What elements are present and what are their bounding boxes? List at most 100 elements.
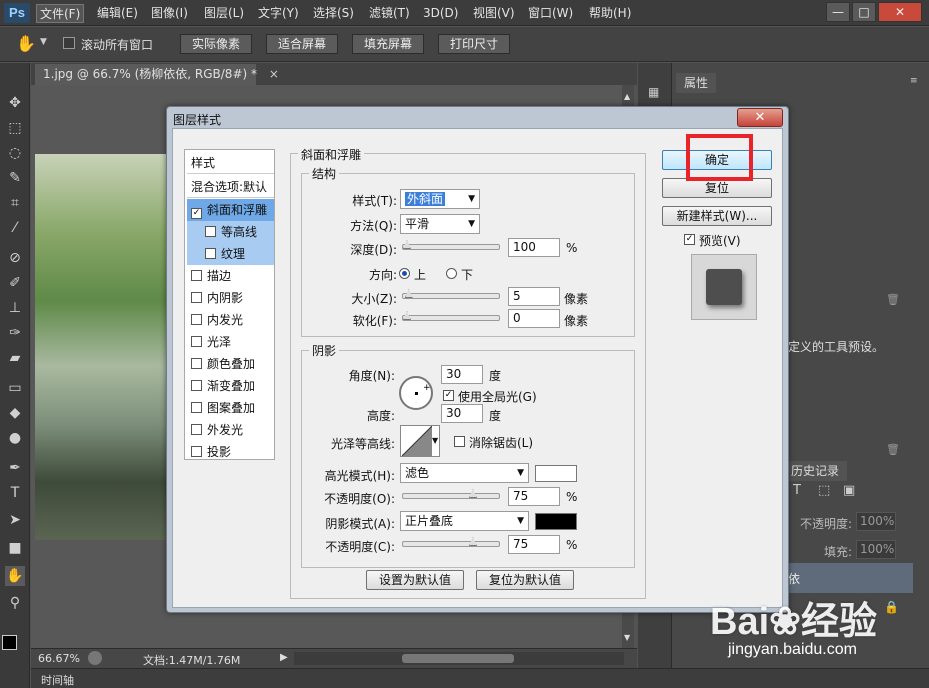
- gradient-overlay-checkbox[interactable]: [191, 380, 202, 391]
- menu-help[interactable]: 帮助(H): [586, 4, 634, 23]
- style-item-texture[interactable]: 纹理: [187, 243, 274, 265]
- shadow-opacity-input[interactable]: 75: [508, 535, 560, 554]
- style-item-contour[interactable]: 等高线: [187, 221, 274, 243]
- minimize-button[interactable]: —: [826, 2, 850, 22]
- menu-file[interactable]: 文件(F): [36, 4, 85, 23]
- size-slider[interactable]: [402, 289, 500, 299]
- eraser-tool-icon[interactable]: ▰: [5, 348, 25, 368]
- style-item-satin[interactable]: 光泽: [187, 331, 274, 353]
- soften-input[interactable]: 0: [508, 309, 560, 328]
- satin-checkbox[interactable]: [191, 336, 202, 347]
- menu-filter[interactable]: 滤镜(T): [366, 4, 413, 23]
- type-tool-icon[interactable]: T: [5, 483, 25, 503]
- new-style-button[interactable]: 新建样式(W)...: [662, 206, 772, 226]
- eyedropper-tool-icon[interactable]: ⁄: [5, 218, 25, 238]
- fit-screen-button[interactable]: 适合屏幕: [266, 34, 338, 54]
- smart-object-filter-icon[interactable]: ▣: [843, 483, 855, 498]
- close-tab-icon[interactable]: ×: [269, 67, 279, 81]
- direction-up-radio[interactable]: [399, 268, 410, 279]
- pen-tool-icon[interactable]: ✒: [5, 458, 25, 478]
- inner-glow-checkbox[interactable]: [191, 314, 202, 325]
- healing-brush-tool-icon[interactable]: ⊘: [5, 248, 25, 268]
- stroke-checkbox[interactable]: [191, 270, 202, 281]
- outer-glow-checkbox[interactable]: [191, 424, 202, 435]
- delete-icon[interactable]: 🗑: [886, 443, 900, 456]
- reset-to-default-button[interactable]: 复位为默认值: [476, 570, 574, 590]
- panel-icon[interactable]: ▦: [648, 85, 659, 99]
- gradient-tool-icon[interactable]: ▭: [5, 378, 25, 398]
- print-size-button[interactable]: 打印尺寸: [438, 34, 510, 54]
- depth-input[interactable]: 100: [508, 238, 560, 257]
- make-default-button[interactable]: 设置为默认值: [366, 570, 464, 590]
- document-tab[interactable]: 1.jpg @ 66.7% (杨柳依依, RGB/8#) * ×: [35, 64, 279, 85]
- type-layer-filter-icon[interactable]: T: [793, 483, 801, 498]
- scroll-all-checkbox[interactable]: [63, 37, 75, 49]
- shape-tool-icon[interactable]: ■: [5, 538, 25, 558]
- styles-header[interactable]: 样式: [187, 152, 274, 174]
- style-item-outer-glow[interactable]: 外发光: [187, 419, 274, 441]
- move-tool-icon[interactable]: ✥: [5, 93, 25, 113]
- hand-tool-icon[interactable]: ✋: [16, 34, 36, 53]
- bevel-checkbox[interactable]: ✓: [191, 208, 202, 219]
- drop-shadow-checkbox[interactable]: [191, 446, 202, 457]
- blending-options-item[interactable]: 混合选项:默认: [187, 176, 274, 198]
- inner-shadow-checkbox[interactable]: [191, 292, 202, 303]
- properties-tab[interactable]: 属性: [676, 73, 717, 93]
- actual-pixels-button[interactable]: 实际像素: [180, 34, 252, 54]
- shadow-mode-select[interactable]: 正片叠底 ▼: [400, 511, 529, 531]
- history-tab[interactable]: 历史记录: [783, 461, 848, 481]
- bevel-style-select[interactable]: 外斜面 ▼: [400, 189, 480, 209]
- zoom-level[interactable]: 66.67%: [38, 652, 80, 665]
- style-item-inner-shadow[interactable]: 内阴影: [187, 287, 274, 309]
- layer-row-selected[interactable]: 依: [778, 563, 913, 593]
- method-select[interactable]: 平滑 ▼: [400, 214, 480, 234]
- color-overlay-checkbox[interactable]: [191, 358, 202, 369]
- style-item-color-overlay[interactable]: 颜色叠加: [187, 353, 274, 375]
- menu-view[interactable]: 视图(V): [470, 4, 518, 23]
- menu-select[interactable]: 选择(S): [310, 4, 357, 23]
- highlight-mode-select[interactable]: 滤色 ▼: [400, 463, 529, 483]
- style-item-bevel[interactable]: ✓ 斜面和浮雕: [187, 199, 274, 221]
- highlight-opacity-input[interactable]: 75: [508, 487, 560, 506]
- anti-alias-checkbox[interactable]: [454, 436, 465, 447]
- altitude-input[interactable]: 30: [441, 404, 483, 423]
- style-item-pattern-overlay[interactable]: 图案叠加: [187, 397, 274, 419]
- brush-tool-icon[interactable]: ✐: [5, 273, 25, 293]
- opacity-input[interactable]: 100%: [856, 512, 896, 531]
- foreground-color-swatch[interactable]: [2, 635, 17, 650]
- pattern-overlay-checkbox[interactable]: [191, 402, 202, 413]
- scroll-down-icon[interactable]: ▼: [624, 633, 630, 642]
- clone-stamp-tool-icon[interactable]: ⊥: [5, 298, 25, 318]
- texture-checkbox[interactable]: [205, 248, 216, 259]
- menu-window[interactable]: 窗口(W): [525, 4, 576, 23]
- blur-tool-icon[interactable]: ◆: [5, 403, 25, 423]
- status-options-icon[interactable]: [88, 651, 102, 665]
- close-button[interactable]: ✕: [878, 2, 922, 22]
- gloss-contour-picker[interactable]: ▼: [400, 425, 440, 457]
- shape-layer-filter-icon[interactable]: ⬚: [818, 483, 830, 498]
- depth-slider[interactable]: [402, 240, 500, 250]
- status-menu-arrow-icon[interactable]: ▶: [280, 652, 288, 663]
- style-item-stroke[interactable]: 描边: [187, 265, 274, 287]
- menu-edit[interactable]: 编辑(E): [94, 4, 141, 23]
- timeline-tab[interactable]: 时间轴: [41, 672, 74, 688]
- dialog-close-button[interactable]: ✕: [737, 108, 783, 127]
- lasso-tool-icon[interactable]: ◌: [5, 143, 25, 163]
- path-select-tool-icon[interactable]: ➤: [5, 510, 25, 530]
- quick-select-tool-icon[interactable]: ✎: [5, 168, 25, 188]
- preview-checkbox[interactable]: ✓: [684, 234, 695, 245]
- menu-type[interactable]: 文字(Y): [255, 4, 302, 23]
- direction-down-radio[interactable]: [446, 268, 457, 279]
- style-item-gradient-overlay[interactable]: 渐变叠加: [187, 375, 274, 397]
- horizontal-scrollbar[interactable]: [294, 652, 624, 665]
- reset-button[interactable]: 复位: [662, 178, 772, 198]
- fill-input[interactable]: 100%: [856, 540, 896, 559]
- style-item-drop-shadow[interactable]: 投影: [187, 441, 274, 463]
- angle-input[interactable]: 30: [441, 365, 483, 384]
- highlight-color-swatch[interactable]: [535, 465, 577, 482]
- global-light-checkbox[interactable]: ✓: [443, 390, 454, 401]
- highlight-opacity-slider[interactable]: [402, 489, 500, 499]
- crop-tool-icon[interactable]: ⌗: [5, 193, 25, 213]
- tool-preset-dropdown-icon[interactable]: ▼: [40, 37, 47, 47]
- size-input[interactable]: 5: [508, 287, 560, 306]
